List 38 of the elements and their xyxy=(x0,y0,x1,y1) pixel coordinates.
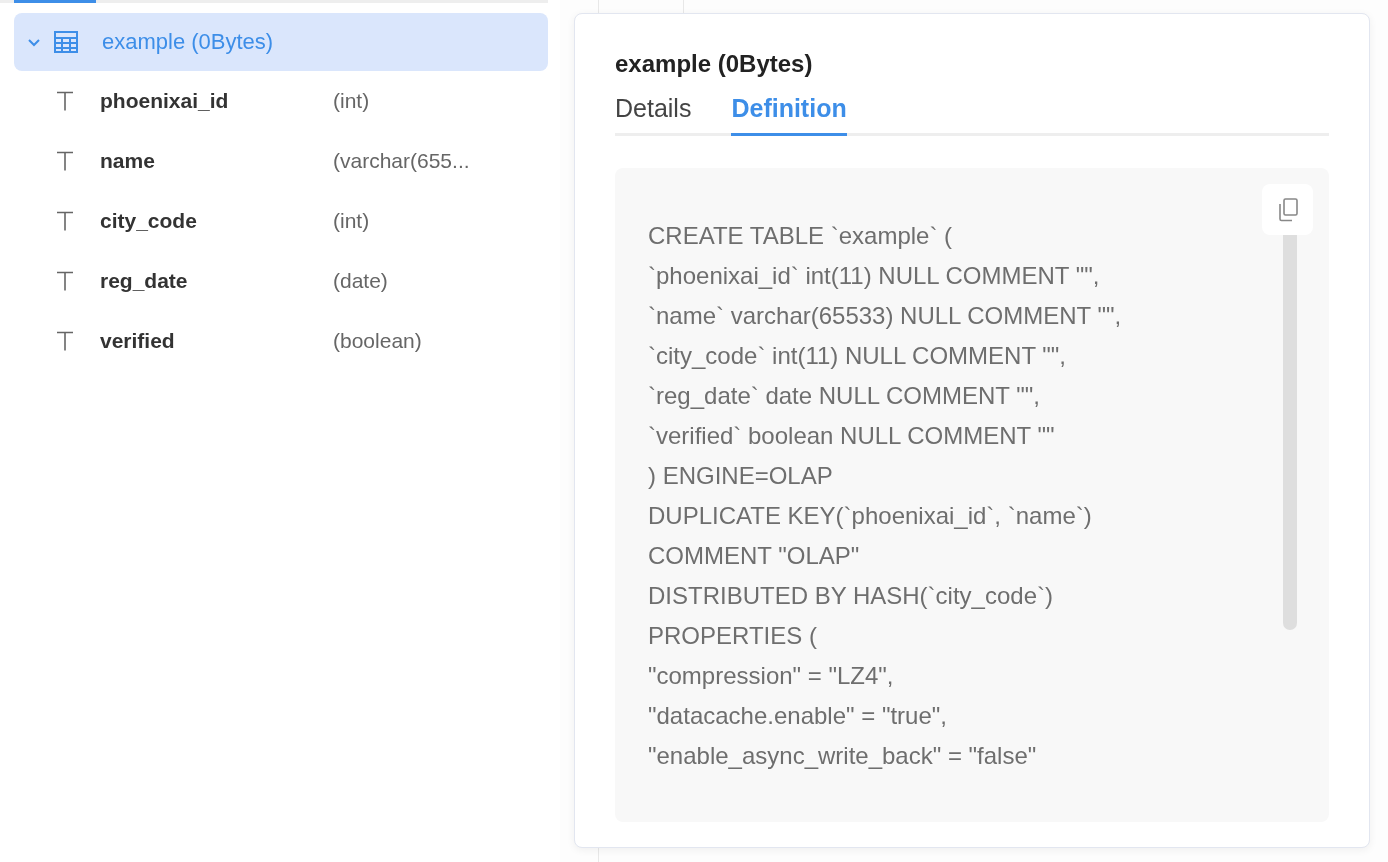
column-type: (int) xyxy=(333,89,370,113)
column-name: city_code xyxy=(100,209,198,233)
scrollbar[interactable] xyxy=(1283,235,1297,630)
column-name: name xyxy=(100,149,156,173)
table-name: example (0Bytes) xyxy=(102,29,274,55)
code-line: `verified` boolean NULL COMMENT "" xyxy=(648,421,1056,451)
column-name: reg_date xyxy=(100,269,189,293)
copy-icon xyxy=(1276,197,1299,222)
column-name: verified xyxy=(100,329,176,353)
code-line: ) ENGINE=OLAP xyxy=(648,461,834,491)
column-type: (boolean) xyxy=(333,329,422,353)
text-type-icon xyxy=(56,151,74,171)
copy-button[interactable] xyxy=(1262,184,1313,235)
code-line: `phoenixai_id` int(11) NULL COMMENT "", xyxy=(648,261,1101,291)
text-type-icon xyxy=(56,331,74,351)
column-type: (int) xyxy=(333,209,370,233)
code-line: CREATE TABLE `example` ( xyxy=(648,221,954,251)
code-line: `city_code` int(11) NULL COMMENT "", xyxy=(648,341,1068,371)
tab[interactable]: Details xyxy=(615,88,692,136)
table-tree-item[interactable]: example (0Bytes) xyxy=(14,13,548,71)
column-type: (varchar(655... xyxy=(333,149,470,173)
code-line: `name` varchar(65533) NULL COMMENT "", xyxy=(648,301,1123,331)
text-type-icon xyxy=(56,91,74,111)
text-type-icon xyxy=(56,211,74,231)
popover-title: example (0Bytes) xyxy=(615,50,814,78)
column-type: (date) xyxy=(333,269,388,293)
code-line: COMMENT "OLAP" xyxy=(648,541,861,571)
code-line: "datacache.enable" = "true", xyxy=(648,701,948,731)
code-line: PROPERTIES ( xyxy=(648,621,818,651)
code-line: DISTRIBUTED BY HASH(`city_code`) xyxy=(648,581,1054,611)
code-line: DUPLICATE KEY(`phoenixai_id`, `name`) xyxy=(648,501,1093,531)
code-line: "compression" = "LZ4", xyxy=(648,661,895,691)
text-type-icon xyxy=(56,271,74,291)
column-name: phoenixai_id xyxy=(100,89,230,113)
table-icon xyxy=(54,31,78,53)
tab[interactable]: Definition xyxy=(731,88,847,136)
code-line: "enable_async_write_back" = "false" xyxy=(648,741,1038,771)
code-line: `reg_date` date NULL COMMENT "", xyxy=(648,381,1041,411)
